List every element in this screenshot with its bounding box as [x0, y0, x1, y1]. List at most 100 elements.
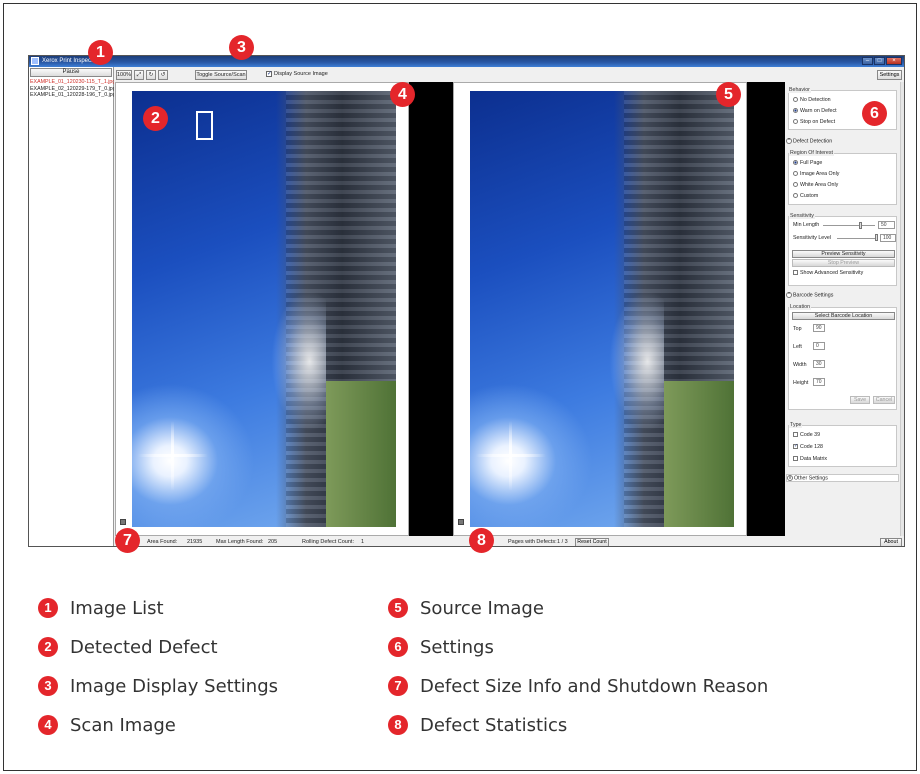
- expand-icon[interactable]: v: [787, 475, 793, 481]
- detected-defect-box: [196, 111, 213, 140]
- pause-button[interactable]: Pause: [30, 68, 112, 77]
- image-list-panel: Pause EXAMPLE_01_120230-115_T_1.jpg EXAM…: [29, 67, 114, 546]
- type-label: Type: [789, 422, 803, 428]
- sensitivity-level-slider[interactable]: [837, 238, 877, 239]
- legend-item-8: 8 Defect Statistics: [388, 713, 567, 737]
- location-label: Location: [789, 304, 812, 310]
- app-icon: [31, 57, 39, 65]
- rolling-defect-count-label: Rolling Defect Count:: [302, 539, 354, 545]
- reset-count-button[interactable]: Reset Count: [575, 538, 609, 546]
- sun-flare: [476, 421, 546, 491]
- source-image-panel[interactable]: [453, 82, 747, 536]
- width-label: Width: [793, 362, 807, 368]
- pages-with-defects-label: Pages with Defects:: [508, 539, 557, 545]
- legend-number: 7: [388, 676, 408, 696]
- code-128-checkbox[interactable]: Code 128: [793, 443, 823, 450]
- collapse-icon[interactable]: ^: [786, 292, 792, 298]
- sensitivity-level-slider-thumb[interactable]: [875, 234, 878, 241]
- min-length-value[interactable]: 50: [878, 221, 895, 229]
- show-advanced-sensitivity-checkbox[interactable]: Show Advanced Sensitivity: [793, 270, 863, 276]
- min-length-slider[interactable]: [823, 225, 875, 226]
- radio-icon[interactable]: [793, 182, 798, 188]
- legend-text: Detected Defect: [70, 636, 218, 658]
- data-matrix-checkbox[interactable]: Data Matrix: [793, 456, 827, 462]
- legend-item-4: 4 Scan Image: [38, 713, 176, 737]
- settings-panel: No Detection Warn on Defect Stop on Defe…: [785, 82, 900, 536]
- toggle-source-scan-button[interactable]: Toggle Source/Scan: [195, 70, 247, 80]
- rotate-counterclockwise-icon[interactable]: ↺: [158, 70, 168, 80]
- callout-badge-1: 1: [88, 40, 113, 65]
- callout-badge-6: 6: [862, 101, 887, 126]
- minimize-icon[interactable]: –: [862, 57, 873, 65]
- radio-custom[interactable]: Custom: [793, 193, 818, 199]
- maximize-icon[interactable]: □: [874, 57, 885, 65]
- legend-number: 5: [388, 598, 408, 618]
- radio-full-page[interactable]: Full Page: [793, 160, 822, 166]
- rotate-clockwise-icon[interactable]: ↻: [146, 70, 156, 80]
- preview-sensitivity-button[interactable]: Preview Sensitivity: [792, 250, 895, 258]
- display-source-checkbox[interactable]: Display Source Image: [266, 70, 328, 77]
- scan-image-panel[interactable]: [115, 82, 409, 536]
- save-button[interactable]: Save: [850, 396, 870, 404]
- legend-text: Settings: [420, 636, 494, 658]
- behavior-label: Behavior: [788, 87, 811, 93]
- about-button[interactable]: About: [880, 538, 902, 546]
- panel-corner-icon[interactable]: [120, 519, 126, 525]
- region-of-interest-group: Full Page Image Area Only White Area Onl…: [788, 153, 897, 205]
- legend-number: 4: [38, 715, 58, 735]
- stop-preview-button[interactable]: Stop Preview: [792, 259, 895, 267]
- left-field[interactable]: 0: [813, 342, 825, 350]
- source-image: [470, 91, 734, 527]
- radio-icon[interactable]: [793, 119, 798, 125]
- callout-badge-2: 2: [143, 106, 168, 131]
- sensitivity-level-value[interactable]: 100: [880, 234, 896, 242]
- radio-icon[interactable]: [793, 171, 798, 177]
- checkbox-checked-icon[interactable]: [266, 70, 272, 77]
- code-39-checkbox[interactable]: Code 39: [793, 432, 820, 438]
- title-bar: Xerox Print Inspector – □ ×: [29, 56, 904, 67]
- legend-text: Defect Size Info and Shutdown Reason: [420, 675, 769, 697]
- radio-warn-on-defect[interactable]: Warn on Defect: [793, 108, 837, 114]
- radio-stop-on-defect[interactable]: Stop on Defect: [793, 119, 835, 125]
- left-label: Left: [793, 344, 802, 350]
- zoom-100-button[interactable]: 100%: [116, 70, 132, 80]
- top-field[interactable]: 90: [813, 324, 825, 332]
- radio-icon[interactable]: [793, 193, 798, 199]
- legend-number: 8: [388, 715, 408, 735]
- cancel-button[interactable]: Cancel: [873, 396, 895, 404]
- select-barcode-location-button[interactable]: Select Barcode Location: [792, 312, 895, 320]
- checkbox-icon[interactable]: [793, 456, 798, 462]
- defect-detection-header[interactable]: ^ Defect Detection: [786, 138, 832, 144]
- radio-selected-icon[interactable]: [793, 160, 798, 166]
- sun-flare: [138, 421, 208, 491]
- list-item[interactable]: EXAMPLE_01_120230-115_T_1.jpg: [30, 79, 114, 86]
- type-group: Code 39 Code 128 Data Matrix: [788, 425, 897, 467]
- rolling-defect-count-value: 1: [361, 539, 365, 545]
- radio-icon[interactable]: [793, 97, 798, 103]
- other-settings-header[interactable]: v Other Settings: [786, 474, 899, 483]
- legend-number: 3: [38, 676, 58, 696]
- status-bar: Area Found: 21935 Max Length Found: 205 …: [115, 536, 904, 546]
- legend-item-1: 1 Image List: [38, 596, 164, 620]
- settings-scrollbar[interactable]: [900, 82, 904, 536]
- radio-no-detection[interactable]: No Detection: [793, 97, 831, 103]
- max-length-label: Max Length Found:: [216, 539, 264, 545]
- checkbox-icon[interactable]: [793, 432, 798, 438]
- barcode-settings-header[interactable]: ^ Barcode Settings: [786, 292, 833, 298]
- checkbox-checked-icon[interactable]: [793, 443, 798, 450]
- width-field[interactable]: 30: [813, 360, 825, 368]
- top-label: Top: [793, 326, 802, 332]
- radio-selected-icon[interactable]: [793, 108, 798, 114]
- close-icon[interactable]: ×: [886, 57, 902, 65]
- radio-white-area-only[interactable]: White Area Only: [793, 182, 838, 188]
- list-item[interactable]: EXAMPLE_01_120228-196_T_0.jpg: [30, 92, 114, 99]
- checkbox-icon[interactable]: [793, 270, 798, 276]
- collapse-icon[interactable]: ^: [786, 138, 792, 144]
- radio-image-area-only[interactable]: Image Area Only: [793, 171, 839, 177]
- fountain-spray: [271, 291, 326, 431]
- fit-to-window-icon[interactable]: ⤢: [134, 70, 144, 80]
- settings-button[interactable]: Settings: [877, 70, 902, 80]
- panel-corner-icon[interactable]: [458, 519, 464, 525]
- min-length-slider-thumb[interactable]: [859, 222, 862, 229]
- height-field[interactable]: 70: [813, 378, 825, 386]
